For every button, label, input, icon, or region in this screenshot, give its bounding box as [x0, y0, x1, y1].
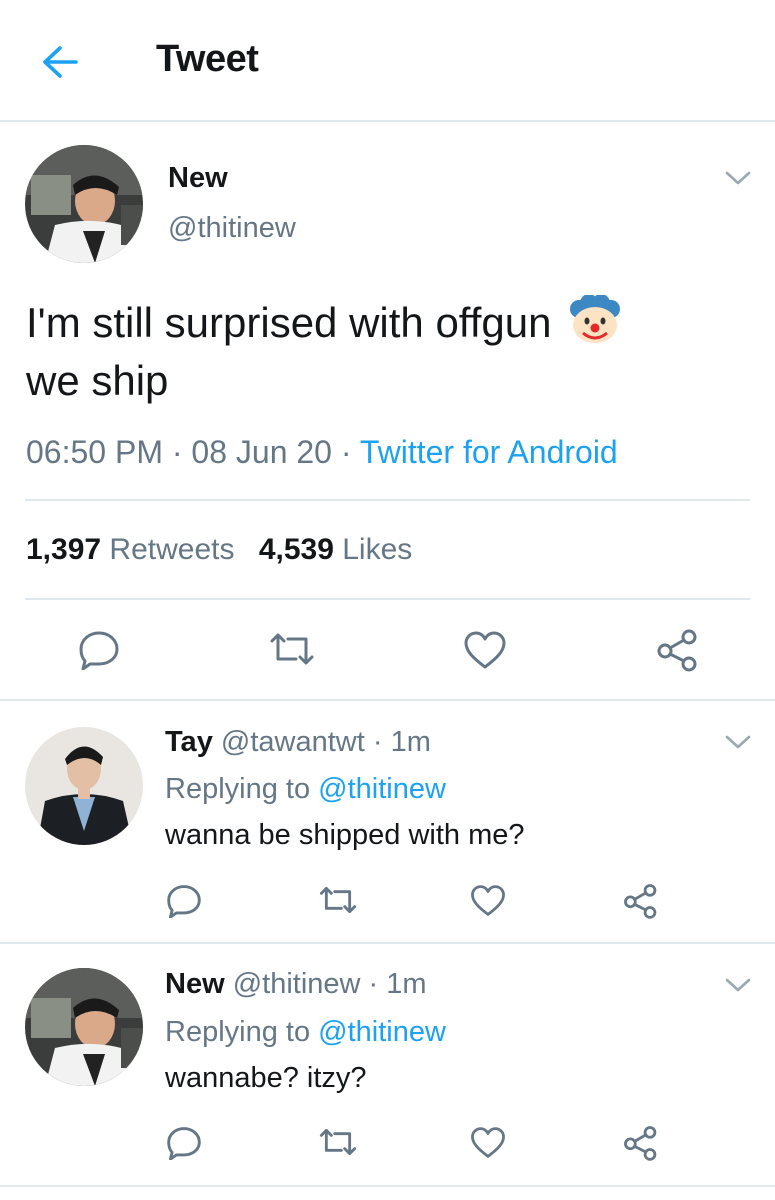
tweet-text: I'm still surprised with offgun we ship	[26, 294, 623, 410]
reply-icon[interactable]	[166, 1126, 202, 1160]
tweet-text-line2: we ship	[26, 357, 169, 404]
retweets-stat[interactable]: 1,397 Retweets	[26, 533, 243, 566]
reply-header: Tay @tawantwt · 1m	[165, 726, 431, 759]
replying-to: Replying to @thitinew	[165, 1016, 446, 1049]
avatar[interactable]	[25, 145, 143, 263]
tweet-text-line1: I'm still surprised with offgun	[26, 299, 552, 346]
author-name[interactable]: Tay	[165, 726, 213, 758]
engagement-stats: 1,397 Retweets 4,539 Likes	[26, 533, 412, 567]
replying-handle-link[interactable]: @thitinew	[318, 1016, 446, 1048]
meta-separator: ·	[368, 968, 379, 1000]
replying-to: Replying to @thitinew	[165, 773, 446, 806]
retweet-icon[interactable]	[318, 1127, 358, 1157]
likes-stat[interactable]: 4,539 Likes	[259, 533, 412, 566]
meta-separator: ·	[340, 434, 352, 470]
replying-prefix: Replying to	[165, 773, 311, 805]
meta-divider	[25, 499, 750, 501]
replying-handle-link[interactable]: @thitinew	[318, 773, 446, 805]
likes-label: Likes	[342, 533, 413, 566]
reply-header: New @thitinew · 1m	[165, 968, 427, 1001]
author-handle[interactable]: @thitinew	[168, 212, 296, 245]
avatar[interactable]	[25, 968, 143, 1086]
header-divider	[0, 120, 775, 122]
retweets-count: 1,397	[26, 533, 102, 566]
share-icon[interactable]	[622, 1125, 660, 1161]
clown-face-icon	[567, 295, 623, 345]
retweet-icon[interactable]	[268, 631, 316, 667]
reply-divider	[0, 1185, 775, 1187]
reply-age: 1m	[386, 968, 427, 1000]
tweet-meta: 06:50 PM · 08 Jun 20 · Twitter for Andro…	[26, 434, 618, 471]
author-name[interactable]: New	[165, 968, 225, 1000]
stats-divider	[25, 598, 750, 600]
chevron-down-icon[interactable]	[725, 170, 751, 186]
like-icon[interactable]	[470, 884, 506, 917]
reply-text: wannabe? itzy?	[165, 1062, 367, 1094]
chevron-down-icon[interactable]	[725, 977, 751, 993]
reply-age: 1m	[390, 726, 431, 758]
replying-prefix: Replying to	[165, 1016, 311, 1048]
tweet-divider	[0, 699, 775, 701]
avatar[interactable]	[25, 727, 143, 845]
share-icon[interactable]	[622, 883, 660, 919]
meta-separator: ·	[372, 726, 383, 758]
reply-divider	[0, 942, 775, 944]
retweet-icon[interactable]	[318, 885, 358, 915]
like-icon[interactable]	[463, 630, 507, 670]
page-title: Tweet	[156, 38, 259, 80]
meta-separator: ·	[171, 434, 183, 470]
reply-text: wanna be shipped with me?	[165, 819, 525, 851]
share-icon[interactable]	[655, 628, 701, 672]
reply-icon[interactable]	[78, 630, 120, 670]
tweet-date: 08 Jun 20	[191, 434, 332, 470]
author-handle[interactable]: @tawantwt	[221, 726, 365, 758]
back-arrow-icon[interactable]	[40, 44, 80, 80]
chevron-down-icon[interactable]	[725, 734, 751, 750]
author-name[interactable]: New	[168, 162, 228, 195]
tweet-source-link[interactable]: Twitter for Android	[360, 434, 618, 470]
author-handle[interactable]: @thitinew	[233, 968, 361, 1000]
retweets-label: Retweets	[109, 533, 235, 566]
tweet-time: 06:50 PM	[26, 434, 163, 470]
like-icon[interactable]	[470, 1126, 506, 1159]
reply-icon[interactable]	[166, 884, 202, 918]
likes-count: 4,539	[258, 533, 334, 566]
